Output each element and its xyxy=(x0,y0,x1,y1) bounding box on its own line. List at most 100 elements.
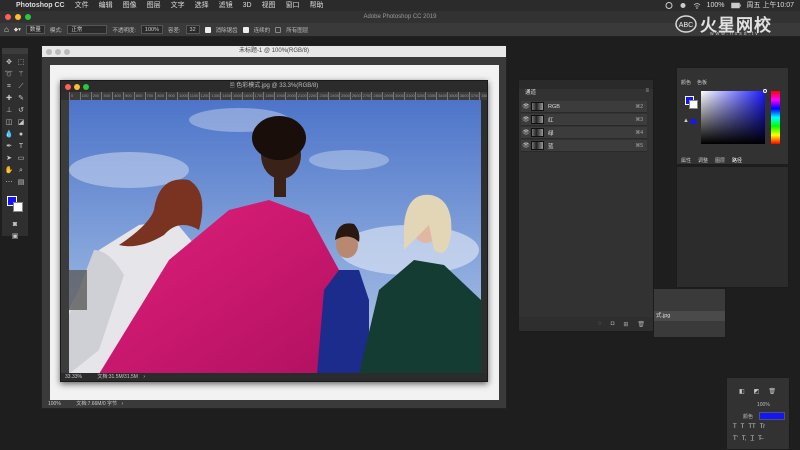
text-style-icon[interactable]: T xyxy=(741,424,745,430)
visibility-eye-icon[interactable]: 👁 xyxy=(521,129,531,136)
color-picker-handle[interactable] xyxy=(763,89,767,93)
antialias-checkbox[interactable] xyxy=(204,26,211,33)
doc-minimize-button[interactable] xyxy=(55,48,61,55)
preset-dropdown[interactable]: 数量 xyxy=(25,25,45,34)
doc-zoom-button[interactable] xyxy=(83,83,89,90)
tab-color[interactable]: 颜色 xyxy=(681,79,691,86)
doc-zoom-button[interactable] xyxy=(64,48,70,55)
document-tab-bar[interactable]: 🗎 色彩模式.jpg @ 33.3%(RGB/8) xyxy=(61,81,487,92)
creative-cloud-icon[interactable] xyxy=(665,2,673,9)
marquee-tool-icon[interactable]: ⬚ xyxy=(16,58,26,68)
healing-tool-icon[interactable]: ✚ xyxy=(4,94,14,104)
tab-adjustments[interactable]: 调整 xyxy=(698,157,708,164)
contiguous-checkbox[interactable] xyxy=(242,26,249,33)
brush-tool-icon[interactable]: ✎ xyxy=(16,94,26,104)
background-color-swatch[interactable] xyxy=(13,202,23,212)
shape-tool-icon[interactable]: ▭ xyxy=(16,154,26,164)
text-style-icon[interactable]: T̲ xyxy=(750,436,754,442)
menu-window[interactable]: 窗口 xyxy=(286,0,300,11)
minimize-window-button[interactable] xyxy=(15,14,21,20)
more-tools-icon[interactable]: ⋯ xyxy=(4,178,14,188)
mask-icon[interactable]: ◧ xyxy=(739,388,745,395)
visibility-eye-icon[interactable]: 👁 xyxy=(521,142,531,149)
vertical-ruler[interactable] xyxy=(61,100,69,376)
menu-layer[interactable]: 图层 xyxy=(147,0,161,11)
app-menu[interactable]: Photoshop CC xyxy=(16,0,65,11)
zoom-tool-icon[interactable]: ⌕ xyxy=(16,166,26,176)
wifi-icon[interactable] xyxy=(693,2,701,9)
delete-channel-icon[interactable]: 🗑 xyxy=(637,321,645,328)
document-tab-bar[interactable]: 未标题-1 @ 100%(RGB/8) xyxy=(42,46,506,57)
paint-bucket-tool-icon[interactable]: ◪ xyxy=(16,118,26,128)
menu-edit[interactable]: 编辑 xyxy=(99,0,113,11)
eraser-tool-icon[interactable]: ◫ xyxy=(4,118,14,128)
menu-select[interactable]: 选择 xyxy=(195,0,209,11)
horizontal-ruler[interactable]: 0 100 200 300 400 500 600 700 800 900 1000 1100 1200… xyxy=(69,92,487,100)
tab-swatches[interactable]: 色板 xyxy=(697,79,707,86)
visibility-eye-icon[interactable]: 👁 xyxy=(521,103,531,110)
menu-3d[interactable]: 3D xyxy=(243,0,252,11)
dodge-tool-icon[interactable]: ● xyxy=(16,130,26,140)
blur-tool-icon[interactable]: 💧 xyxy=(4,130,14,140)
text-style-icon[interactable]: T xyxy=(733,424,737,430)
record-icon[interactable] xyxy=(679,2,687,9)
lasso-tool-icon[interactable]: ➰ xyxy=(4,70,14,80)
channel-row-red[interactable]: 👁 红 ⌘3 xyxy=(521,114,647,126)
clone-stamp-tool-icon[interactable]: ⊥ xyxy=(4,106,14,116)
menu-file[interactable]: 文件 xyxy=(75,0,89,11)
battery-icon[interactable] xyxy=(730,2,741,9)
eyedropper-tool-icon[interactable]: ⟋ xyxy=(16,82,26,92)
tolerance-input[interactable]: 32 xyxy=(185,25,200,34)
hue-slider[interactable] xyxy=(771,91,780,144)
background-color-swatch[interactable] xyxy=(689,100,698,109)
zoom-level[interactable]: 100% xyxy=(48,401,61,407)
gamut-warning-icon[interactable]: ▲ xyxy=(683,118,689,124)
text-color-swatch[interactable] xyxy=(759,412,785,420)
menu-help[interactable]: 帮助 xyxy=(310,0,324,11)
menu-filter[interactable]: 滤镜 xyxy=(219,0,233,11)
new-channel-icon[interactable]: ⊞ xyxy=(623,321,628,328)
channel-row-rgb[interactable]: 👁 RGB ⌘2 xyxy=(521,101,647,113)
text-style-icon[interactable]: T, xyxy=(742,436,747,442)
text-style-icon[interactable]: Tr xyxy=(760,424,765,430)
zoom-level[interactable]: 33.33% xyxy=(65,374,82,380)
path-selection-tool-icon[interactable]: ➤ xyxy=(4,154,14,164)
adjust-icon[interactable]: ◩ xyxy=(754,388,760,395)
zoom-window-button[interactable] xyxy=(25,14,31,20)
doc-close-button[interactable] xyxy=(46,48,52,55)
layer-row[interactable]: 式.jpg xyxy=(654,311,725,321)
opacity-input[interactable]: 100% xyxy=(140,25,163,34)
history-brush-tool-icon[interactable]: ↺ xyxy=(16,106,26,116)
magic-wand-tool-icon[interactable]: ⚚ xyxy=(16,70,26,80)
doc-minimize-button[interactable] xyxy=(74,83,80,90)
doc-close-button[interactable] xyxy=(65,83,71,90)
quick-mask-icon[interactable]: ◙ xyxy=(10,220,20,230)
menu-type[interactable]: 文字 xyxy=(171,0,185,11)
menu-view[interactable]: 视图 xyxy=(262,0,276,11)
tab-paths[interactable]: 路径 xyxy=(732,157,742,164)
panel-menu-icon[interactable]: ≡ xyxy=(645,88,649,94)
pen-tool-icon[interactable]: ✒ xyxy=(4,142,14,152)
web-color-icon[interactable] xyxy=(691,119,696,124)
tab-channels[interactable]: 通道 xyxy=(525,88,536,96)
mode-dropdown[interactable]: 正常 xyxy=(67,25,108,34)
tab-layers[interactable]: 图层 xyxy=(715,157,725,164)
text-style-icon[interactable]: TT xyxy=(748,424,755,430)
save-selection-icon[interactable]: ◘ xyxy=(611,321,615,327)
channel-row-blue[interactable]: 👁 蓝 ⌘5 xyxy=(521,140,647,152)
load-selection-icon[interactable]: ◌ xyxy=(598,321,602,327)
text-style-icon[interactable]: T̶ xyxy=(758,436,762,442)
status-menu-arrow-icon[interactable]: › xyxy=(143,374,145,380)
hand-tool-icon[interactable]: ✋ xyxy=(4,166,14,176)
clock[interactable]: 周五 上午10:07 xyxy=(747,0,794,11)
visibility-eye-icon[interactable]: 👁 xyxy=(521,116,531,123)
move-tool-icon[interactable]: ✥ xyxy=(4,58,14,68)
tool-preset-picker[interactable]: ◆▾ xyxy=(14,27,21,33)
document-size[interactable]: 文档:31.5M/31.5M xyxy=(97,374,138,380)
type-tool-icon[interactable]: T xyxy=(16,142,26,152)
menu-image[interactable]: 图像 xyxy=(123,0,137,11)
close-window-button[interactable] xyxy=(5,14,11,20)
status-menu-arrow-icon[interactable]: › xyxy=(121,401,123,407)
photo-canvas[interactable] xyxy=(69,100,481,374)
crop-tool-icon[interactable]: ⌗ xyxy=(4,82,14,92)
